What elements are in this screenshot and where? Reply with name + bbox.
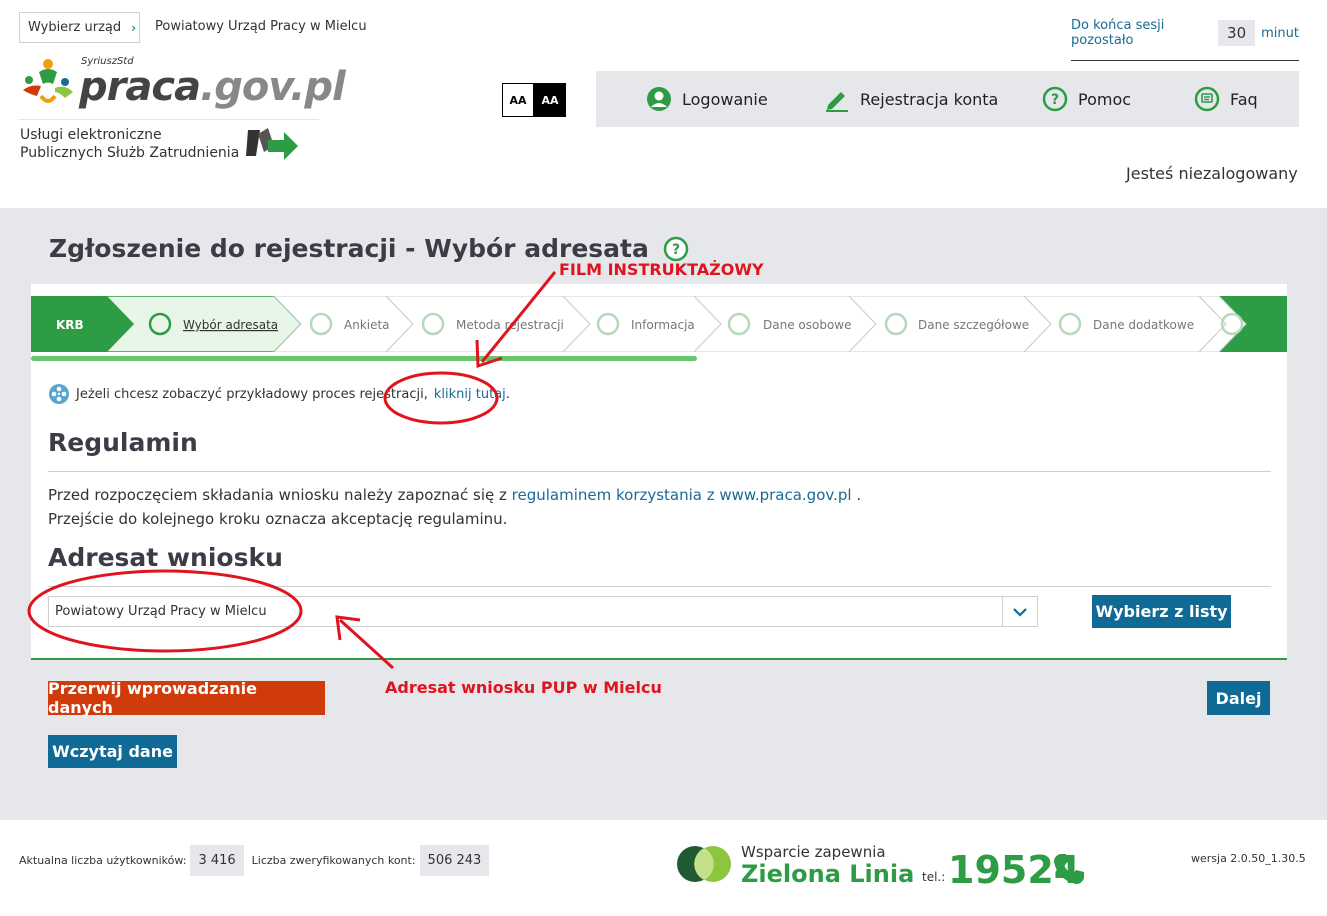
- nav-login-label: Logowanie: [682, 89, 768, 109]
- wizard-steps: KRB Wybór adresata Ankieta Metoda rejest…: [31, 296, 1287, 352]
- session-minutes: 30: [1218, 20, 1256, 46]
- question-circle-icon: ?: [663, 236, 689, 261]
- step-wybor-adresata[interactable]: Wybór adresata: [104, 296, 303, 352]
- step-ankieta-label: Ankieta: [344, 318, 390, 332]
- step-krb-label: KRB: [56, 318, 84, 332]
- chevron-right-icon: ›: [131, 20, 137, 35]
- wizard-progress-bar: [31, 356, 697, 361]
- nav-login[interactable]: Logowanie: [646, 71, 768, 127]
- load-data-button[interactable]: Wczytaj dane: [48, 735, 177, 768]
- chat-icon: [1194, 86, 1220, 112]
- user-statistics: Aktualna liczba użytkowników: 3 416 Licz…: [19, 845, 493, 876]
- zl-support-text: Wsparcie zapewnia: [741, 843, 886, 861]
- subtitle-line-1: Usługi elektroniczne: [20, 127, 162, 143]
- login-status: Jesteś niezalogowany: [1126, 164, 1298, 183]
- zl-name: Zielona Linia: [741, 860, 915, 888]
- session-timer: Do końca sesji pozostało 30 minut: [1071, 18, 1299, 48]
- svg-text:?: ?: [1051, 92, 1059, 108]
- subtitle-line-2: Publicznych Służb Zatrudnienia: [20, 145, 240, 161]
- verified-count: 506 243: [419, 845, 490, 876]
- divider: [48, 471, 1271, 472]
- annotation-adresat-label: Adresat wniosku PUP w Mielcu: [385, 678, 662, 697]
- header: Wybierz urząd › Powiatowy Urząd Pracy w …: [0, 0, 1327, 208]
- select-office-label: Wybierz urząd: [28, 20, 122, 35]
- question-circle-icon: ?: [1042, 86, 1068, 112]
- users-label: Aktualna liczba użytkowników:: [19, 854, 187, 867]
- nav-register[interactable]: Rejestracja konta: [824, 71, 998, 127]
- form-bottom-line: [31, 658, 1287, 660]
- adresat-selected-value: Powiatowy Urząd Pracy w Mielcu: [55, 604, 267, 619]
- film-reel-icon: [49, 384, 69, 404]
- page-title: Zgłoszenie do rejestracji - Wybór adresa…: [49, 234, 689, 263]
- chevron-down-icon[interactable]: [1002, 597, 1037, 626]
- nav-register-label: Rejestracja konta: [860, 89, 999, 109]
- step-dane-dodatkowe[interactable]: Dane dodatkowe: [1023, 296, 1227, 352]
- regulamin-heading: Regulamin: [48, 428, 198, 457]
- logo-word-main: praca: [79, 64, 201, 110]
- nav-help[interactable]: ? Pomoc: [1042, 71, 1131, 127]
- choose-from-list-button[interactable]: Wybierz z listy: [1092, 595, 1231, 628]
- app-version: wersja 2.0.50_1.30.5: [1191, 852, 1306, 865]
- nav-help-label: Pomoc: [1078, 89, 1132, 109]
- logo-divider: [19, 119, 319, 120]
- step-wybor-label: Wybór adresata: [183, 318, 278, 332]
- nav-faq-label: Faq: [1230, 89, 1258, 109]
- regulamin-text-line1-end: .: [856, 486, 862, 504]
- verified-label: Liczba zweryfikowanych kont:: [251, 854, 416, 867]
- regulamin-text-line1: Przed rozpoczęciem składania wniosku nal…: [48, 486, 507, 504]
- step-dane-szczegolowe[interactable]: Dane szczegółowe: [848, 296, 1052, 352]
- current-office-name: Powiatowy Urząd Pracy w Mielcu: [155, 19, 367, 34]
- select-office-button[interactable]: Wybierz urząd ›: [19, 12, 140, 43]
- film-text: Jeżeli chcesz zobaczyć przykładowy proce…: [76, 386, 428, 402]
- praca-gov-pl-logo[interactable]: SyriuszStd praca.gov.pl: [19, 54, 346, 116]
- pencil-icon: [826, 92, 848, 112]
- adresat-heading: Adresat wniosku: [48, 543, 283, 572]
- user-circle-icon: [647, 87, 671, 111]
- zielona-linia-logo-icon: [677, 846, 731, 882]
- abort-entry-button[interactable]: Przerwij wprowadzanie danych: [48, 679, 325, 717]
- services-subtitle: Usługi elektroniczne Publicznych Służb Z…: [20, 126, 239, 162]
- film-link[interactable]: kliknij tutaj: [434, 387, 506, 402]
- adresat-select[interactable]: Powiatowy Urząd Pracy w Mielcu: [48, 596, 1038, 627]
- page-title-text: Zgłoszenie do rejestracji - Wybór adresa…: [49, 234, 649, 263]
- step-metoda-rejestracji[interactable]: Metoda rejestracji: [385, 296, 591, 352]
- logo-wordmark: praca.gov.pl: [79, 64, 346, 110]
- users-count: 3 416: [190, 845, 244, 876]
- contrast-high-button[interactable]: AA: [534, 83, 566, 117]
- step-dane-osobowe[interactable]: Dane osobowe: [693, 296, 877, 352]
- psz-logo-icon: [246, 128, 298, 160]
- step-informacja-label: Informacja: [631, 318, 695, 332]
- logo-word-domain: .gov.pl: [200, 64, 346, 110]
- people-logo-icon: [23, 59, 73, 103]
- divider: [48, 586, 1271, 587]
- top-navigation: Logowanie Rejestracja konta ? Pomoc Faq: [596, 71, 1299, 127]
- session-unit: minut: [1261, 25, 1299, 41]
- step-osobowe-label: Dane osobowe: [763, 318, 852, 332]
- nav-faq[interactable]: Faq: [1194, 71, 1258, 127]
- svg-text:?: ?: [672, 242, 680, 258]
- step-dodatkowe-label: Dane dodatkowe: [1093, 318, 1194, 332]
- step-metoda-label: Metoda rejestracji: [456, 318, 564, 332]
- phone-icon: [1054, 854, 1084, 884]
- regulamin-link[interactable]: regulaminem korzystania z www.praca.gov.…: [512, 486, 852, 504]
- step-szczegolowe-label: Dane szczegółowe: [918, 318, 1029, 332]
- contrast-normal-button[interactable]: AA: [502, 83, 534, 117]
- session-label: Do końca sesji pozostało: [1071, 18, 1165, 48]
- film-instruction-row: Jeżeli chcesz zobaczyć przykładowy proce…: [48, 383, 510, 405]
- annotation-film-label: FILM INSTRUKTAŻOWY: [559, 260, 764, 279]
- next-button[interactable]: Dalej: [1207, 681, 1270, 715]
- film-link-period: .: [505, 386, 510, 402]
- session-divider: [1071, 60, 1299, 61]
- help-icon[interactable]: ?: [663, 236, 689, 262]
- regulamin-text: Przed rozpoczęciem składania wniosku nal…: [48, 483, 861, 531]
- tel-label: tel.:: [922, 870, 946, 884]
- regulamin-text-line2: Przejście do kolejnego kroku oznacza akc…: [48, 510, 508, 528]
